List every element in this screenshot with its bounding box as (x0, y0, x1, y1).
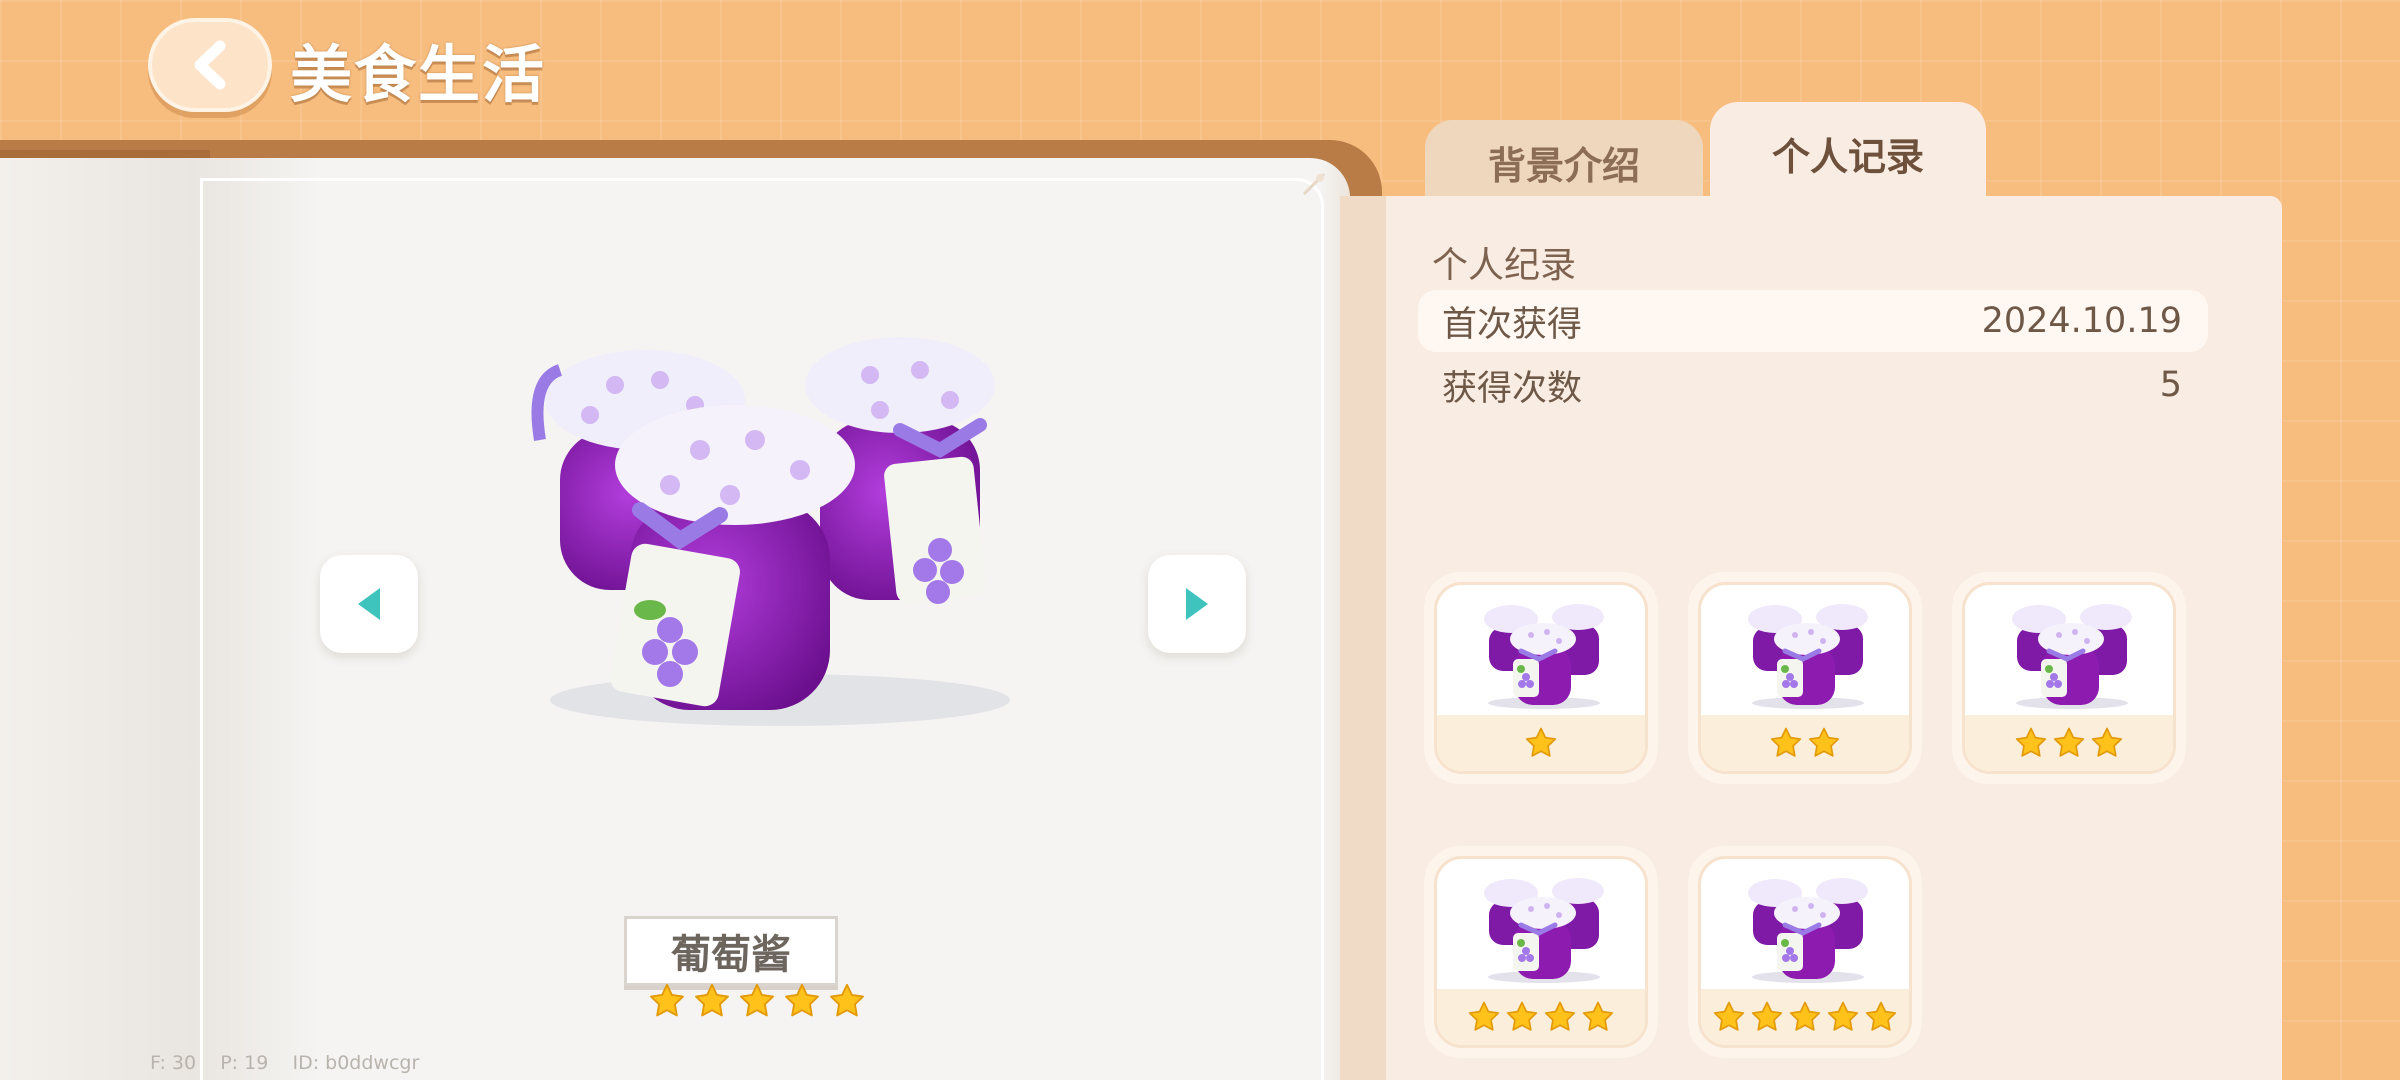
first-obtained-label: 首次获得 (1442, 304, 1583, 345)
star-icon (830, 983, 864, 1017)
star-icon (1582, 1001, 1614, 1031)
arrow-right-icon (1186, 588, 1208, 620)
star-icon (2053, 727, 2085, 757)
jam-jar-icon (1484, 604, 1604, 709)
page-title: 美食生活 (290, 38, 547, 111)
star-icon (1827, 1001, 1859, 1031)
obtain-count-row: 获得次数 5 (1418, 354, 2208, 416)
jam-jar-icon (2012, 604, 2132, 709)
first-obtained-row: 首次获得 2024.10.19 (1418, 290, 2208, 352)
debug-info: F: 30 P: 19 ID: b0ddwcgr (150, 1052, 420, 1074)
variant-card[interactable] (1952, 572, 2186, 784)
star-icon (1544, 1001, 1576, 1031)
star-icon (2015, 727, 2047, 757)
chevron-left-icon (194, 40, 226, 90)
back-button[interactable] (148, 18, 272, 112)
section-title: 个人纪录 (1432, 245, 1577, 286)
jam-jar-icon (1484, 878, 1604, 983)
panel-divider (1340, 196, 1390, 1080)
variant-card-inner (1698, 856, 1912, 1048)
first-obtained-value: 2024.10.19 (1981, 301, 2182, 341)
star-icon (1751, 1001, 1783, 1031)
obtain-count-label: 获得次数 (1442, 368, 1583, 409)
variant-card[interactable] (1688, 846, 1922, 1058)
star-icon (1789, 1001, 1821, 1031)
star-icon (1713, 1001, 1745, 1031)
variant-stars (1437, 715, 1645, 771)
tab-label: 个人记录 (1771, 134, 1924, 179)
tab-label: 背景介绍 (1487, 143, 1640, 188)
star-icon (2091, 727, 2123, 757)
grape-jam-illustration (531, 337, 1010, 726)
variant-card-inner (1962, 582, 2176, 774)
variant-card-inner (1434, 582, 1648, 774)
star-icon (1468, 1001, 1500, 1031)
item-name-plate: 葡萄酱 (624, 916, 838, 986)
star-icon (785, 983, 819, 1017)
star-icon (740, 983, 774, 1017)
star-icon (1865, 1001, 1897, 1031)
corner-ornament-icon (1302, 172, 1326, 196)
star-icon (650, 983, 684, 1017)
star-icon (1506, 1001, 1538, 1031)
variant-card[interactable] (1424, 572, 1658, 784)
arrow-left-icon (358, 588, 380, 620)
previous-item-button[interactable] (320, 555, 418, 653)
variant-card-inner (1698, 582, 1912, 774)
variant-card-inner (1434, 856, 1648, 1048)
jam-jar-icon (1748, 878, 1868, 983)
tab-background-intro[interactable]: 背景介绍 (1425, 120, 1703, 204)
item-rating-stars (648, 982, 868, 1022)
star-icon (695, 983, 729, 1017)
variant-stars (1965, 715, 2173, 771)
variant-stars (1437, 989, 1645, 1045)
next-item-button[interactable] (1148, 555, 1246, 653)
star-icon (1770, 727, 1802, 757)
jam-jar-icon (1748, 604, 1868, 709)
obtain-count-value: 5 (2159, 365, 2182, 405)
variant-card[interactable] (1424, 846, 1658, 1058)
variant-card[interactable] (1688, 572, 1922, 784)
variant-stars (1701, 715, 1909, 771)
star-icon (1525, 727, 1557, 757)
star-icon (1808, 727, 1840, 757)
variant-stars (1701, 989, 1909, 1045)
tab-personal-record[interactable]: 个人记录 (1710, 102, 1986, 204)
item-name: 葡萄酱 (671, 932, 791, 978)
